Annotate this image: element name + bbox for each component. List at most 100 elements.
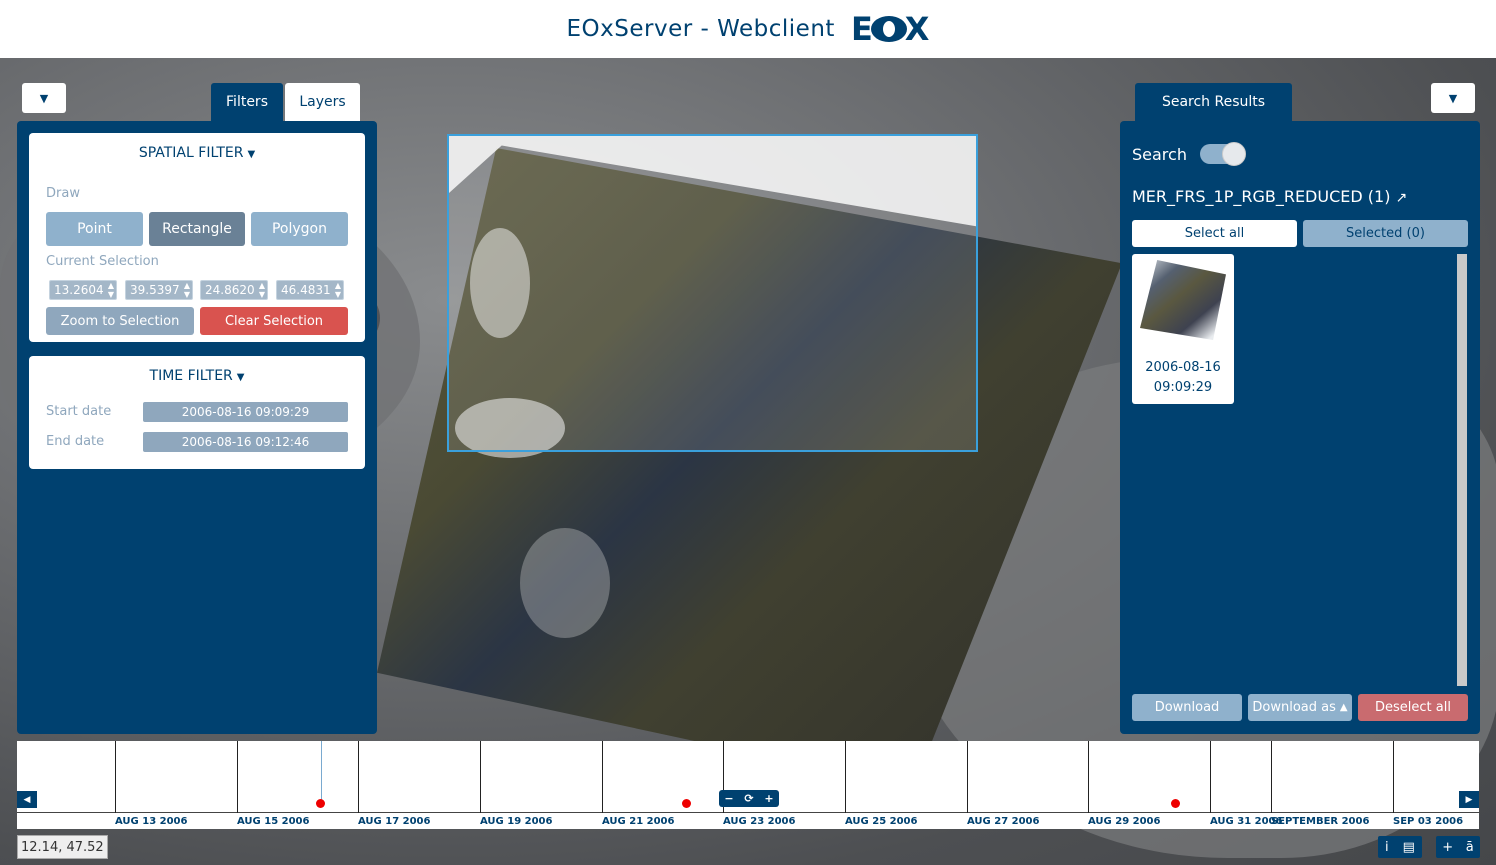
- collection-name: MER_FRS_1P_RGB_REDUCED (1): [1132, 187, 1391, 206]
- info-icon[interactable]: i: [1385, 840, 1389, 855]
- timeline-next-button[interactable]: ▶: [1459, 791, 1479, 808]
- timeline-tick-label: AUG 21 2006: [602, 816, 675, 827]
- reset-icon[interactable]: ⟳: [744, 792, 753, 805]
- tab-search-results[interactable]: Search Results: [1135, 83, 1292, 121]
- spinner-icon[interactable]: ▲ ▼: [259, 281, 265, 299]
- language-icon[interactable]: ā: [1466, 840, 1474, 855]
- caret-down-icon: ▼: [236, 372, 245, 383]
- coord-input-min-lon[interactable]: 13.2604 ▲ ▼: [49, 280, 117, 300]
- timeline-tick: [480, 741, 481, 813]
- tools-buttons: + ā: [1436, 836, 1480, 858]
- coord-input-max-lat[interactable]: 46.4831 ▲ ▼: [276, 280, 344, 300]
- right-panel-toggle-button[interactable]: ▼: [1431, 83, 1475, 113]
- logo-letter-x: X: [904, 10, 930, 48]
- timeline-tick: [845, 741, 846, 813]
- timeline-tick-label: AUG 23 2006: [723, 816, 796, 827]
- result-thumbnail: [1140, 260, 1226, 340]
- book-icon[interactable]: ▤: [1403, 840, 1415, 855]
- selection-overlay: [449, 136, 976, 227]
- logo-eye-icon: [870, 16, 907, 42]
- spinner-icon[interactable]: ▲ ▼: [108, 281, 114, 299]
- timeline-tick: [1393, 741, 1394, 813]
- result-date: 2006-08-16: [1145, 360, 1221, 375]
- timeline-tick-label: AUG 27 2006: [967, 816, 1040, 827]
- timeline[interactable]: AUG 13 2006 AUG 15 2006 AUG 17 2006 AUG …: [17, 741, 1479, 829]
- search-label: Search: [1132, 145, 1187, 164]
- timeline-tick-label: SEP 03 2006: [1393, 816, 1464, 827]
- timeline-event-dot[interactable]: [682, 799, 691, 808]
- download-button[interactable]: Download: [1132, 694, 1242, 721]
- draw-polygon-button[interactable]: Polygon: [251, 212, 348, 246]
- time-filter-title[interactable]: TIME FILTER ▼: [29, 368, 365, 384]
- spinner-icon[interactable]: ▲ ▼: [184, 281, 190, 299]
- filters-panel: SPATIAL FILTER ▼ Draw Point Rectangle Pol…: [17, 121, 377, 734]
- zoom-to-selection-button[interactable]: Zoom to Selection: [46, 307, 194, 335]
- cloud-cover: [520, 528, 610, 638]
- logo-letter-e: E: [850, 10, 873, 48]
- timeline-tick: [358, 741, 359, 813]
- coord-value: 46.4831: [281, 283, 331, 297]
- result-timestamp: 2006-08-16 09:09:29: [1132, 358, 1234, 398]
- current-selection-label: Current Selection: [46, 254, 159, 269]
- coord-value: 13.2604: [54, 283, 104, 297]
- collection-title[interactable]: MER_FRS_1P_RGB_REDUCED (1) ↗: [1132, 187, 1407, 206]
- timeline-prev-button[interactable]: ◀: [17, 791, 37, 808]
- plus-icon[interactable]: +: [1442, 840, 1453, 855]
- results-scrollbar[interactable]: [1457, 254, 1467, 686]
- left-panel-toggle-button[interactable]: ▼: [22, 83, 66, 113]
- timeline-tick-label: AUG 29 2006: [1088, 816, 1161, 827]
- clear-selection-button[interactable]: Clear Selection: [200, 307, 348, 335]
- timeline-zoom-controls: − ⟳ +: [719, 790, 779, 807]
- mouse-coordinates: 12.14, 47.52: [17, 835, 108, 859]
- timeline-event-dot[interactable]: [316, 799, 325, 808]
- timeline-tick-label: AUG 17 2006: [358, 816, 431, 827]
- tab-filters[interactable]: Filters: [211, 83, 283, 121]
- select-all-button[interactable]: Select all: [1132, 220, 1297, 247]
- selected-button[interactable]: Selected (0): [1303, 220, 1468, 247]
- start-date-field[interactable]: 2006-08-16 09:09:29: [143, 402, 348, 422]
- deselect-all-button[interactable]: Deselect all: [1358, 694, 1468, 721]
- spatial-filter-card: SPATIAL FILTER ▼ Draw Point Rectangle Pol…: [29, 133, 365, 342]
- caret-up-icon: ▲: [1339, 702, 1348, 713]
- timeline-event-dot[interactable]: [1171, 799, 1180, 808]
- result-item[interactable]: 2006-08-16 09:09:29: [1132, 254, 1234, 404]
- result-time: 09:09:29: [1153, 380, 1213, 395]
- spinner-icon[interactable]: ▲ ▼: [335, 281, 341, 299]
- draw-rectangle-button[interactable]: Rectangle: [149, 212, 245, 246]
- info-buttons: i ▤: [1378, 836, 1422, 858]
- arrow-left-icon: ◀: [23, 794, 31, 805]
- download-as-label: Download as: [1252, 700, 1336, 715]
- timeline-tick: [1088, 741, 1089, 813]
- eox-logo: E X: [851, 10, 930, 48]
- coord-input-min-lat[interactable]: 39.5397 ▲ ▼: [125, 280, 193, 300]
- chevron-down-icon: ▼: [1448, 91, 1458, 105]
- timeline-tick: [1210, 741, 1211, 813]
- caret-down-icon: ▼: [247, 149, 256, 160]
- spatial-filter-label: SPATIAL FILTER: [138, 145, 244, 161]
- chevron-down-icon: ▼: [39, 91, 49, 105]
- draw-label: Draw: [46, 186, 80, 201]
- timeline-tick: [602, 741, 603, 813]
- end-date-field[interactable]: 2006-08-16 09:12:46: [143, 432, 348, 452]
- coord-value: 24.8620: [205, 283, 255, 297]
- timeline-tick: [1271, 741, 1272, 813]
- timeline-tick-label: AUG 25 2006: [845, 816, 918, 827]
- external-link-icon[interactable]: ↗: [1396, 190, 1408, 206]
- timeline-tick-label: SEPTEMBER 2006: [1271, 816, 1370, 827]
- spatial-selection-rectangle[interactable]: [447, 134, 978, 452]
- app-title: EOxServer - Webclient: [566, 16, 835, 42]
- search-toggle[interactable]: [1200, 142, 1246, 166]
- coord-input-max-lon[interactable]: 24.8620 ▲ ▼: [200, 280, 268, 300]
- timeline-tick-label: AUG 15 2006: [237, 816, 310, 827]
- coord-value: 39.5397: [130, 283, 180, 297]
- timeline-tick: [237, 741, 238, 813]
- search-results-panel: Search MER_FRS_1P_RGB_REDUCED (1) ↗ Sele…: [1120, 121, 1480, 734]
- zoom-in-icon[interactable]: +: [764, 792, 773, 805]
- download-as-button[interactable]: Download as ▲: [1248, 694, 1352, 721]
- zoom-out-icon[interactable]: −: [724, 792, 733, 805]
- spatial-filter-title[interactable]: SPATIAL FILTER ▼: [29, 145, 365, 161]
- timeline-tick-label: AUG 13 2006: [115, 816, 188, 827]
- tab-layers[interactable]: Layers: [285, 83, 360, 121]
- arrow-right-icon: ▶: [1465, 794, 1473, 805]
- draw-point-button[interactable]: Point: [46, 212, 143, 246]
